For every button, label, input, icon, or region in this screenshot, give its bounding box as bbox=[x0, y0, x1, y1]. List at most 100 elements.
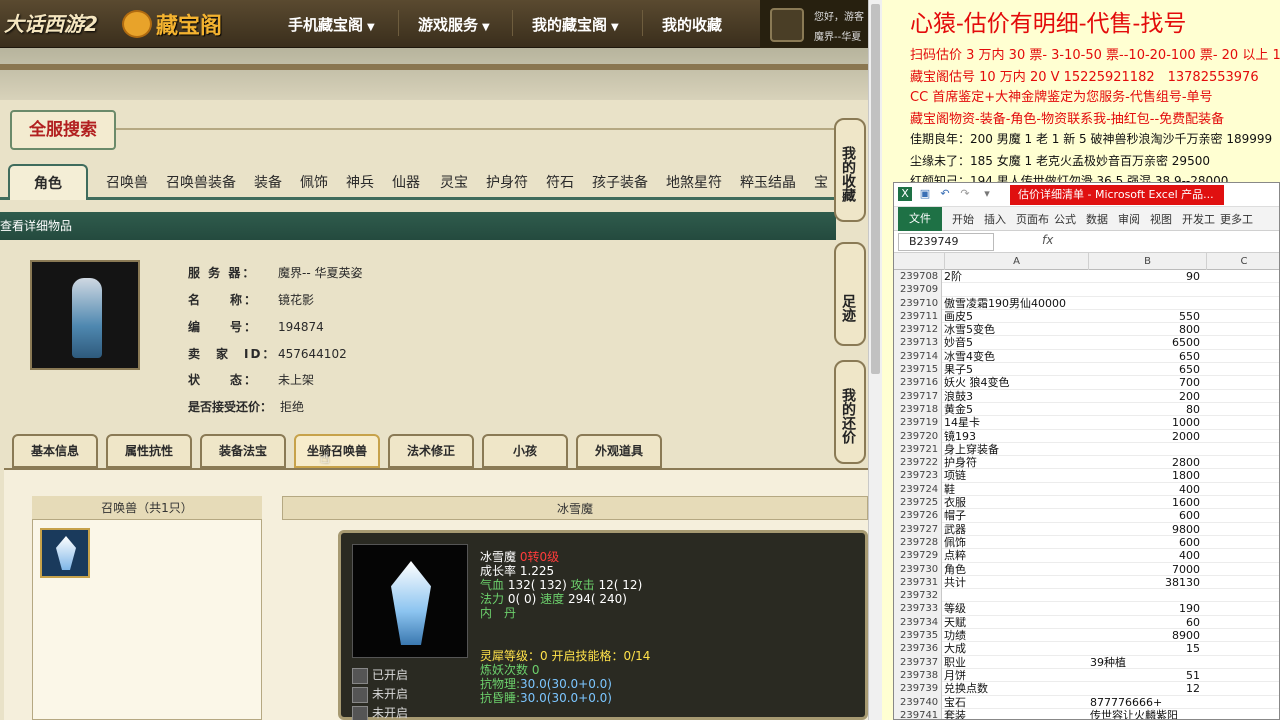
cell-b[interactable]: 9800 bbox=[1088, 523, 1204, 536]
cell-b[interactable]: 传世容让火麟紫阳 bbox=[1088, 709, 1204, 719]
tab-jade-crystal[interactable]: 粹玉结晶 bbox=[740, 172, 796, 192]
tab-pet[interactable]: 召唤兽 bbox=[106, 172, 148, 192]
cell-b[interactable]: 8900 bbox=[1088, 629, 1204, 642]
cell-a[interactable]: 角色 bbox=[944, 563, 1086, 576]
cell-a[interactable]: 鞋 bbox=[944, 483, 1086, 496]
row-number[interactable]: 239719 bbox=[894, 416, 942, 430]
subtab-mount-pet[interactable]: 坐骑召唤兽 bbox=[294, 434, 380, 468]
nav-mobile-cbg[interactable]: 手机藏宝阁 ▼ bbox=[288, 14, 375, 35]
row-number[interactable]: 239729 bbox=[894, 549, 942, 563]
cell-a[interactable]: 护身符 bbox=[944, 456, 1086, 469]
row-number[interactable]: 239714 bbox=[894, 349, 942, 364]
row-number[interactable]: 239735 bbox=[894, 629, 942, 643]
row-number[interactable]: 239722 bbox=[894, 456, 942, 470]
user-server[interactable]: 魔界--华夏 bbox=[814, 28, 861, 43]
row-number[interactable]: 239711 bbox=[894, 309, 942, 324]
tab-divine-weapon[interactable]: 神兵 bbox=[346, 172, 374, 192]
cell-a[interactable]: 身上穿装备 bbox=[944, 443, 1086, 456]
nav-game-service[interactable]: 游戏服务 ▼ bbox=[418, 14, 490, 35]
tab-page-layout[interactable]: 页面布 bbox=[1016, 211, 1049, 227]
subtab-child[interactable]: 小孩 bbox=[482, 434, 568, 468]
row-number[interactable]: 239739 bbox=[894, 682, 942, 696]
cell-b[interactable]: 60 bbox=[1088, 616, 1204, 629]
subtab-equip[interactable]: 装备法宝 bbox=[200, 434, 286, 468]
row-number[interactable]: 239718 bbox=[894, 402, 942, 417]
cell-b[interactable]: 90 bbox=[1088, 270, 1204, 283]
cell-b[interactable]: 6500 bbox=[1088, 336, 1204, 349]
cell-b[interactable]: 200 bbox=[1088, 390, 1204, 403]
cell-a[interactable]: 宝石 bbox=[944, 696, 1086, 709]
tab-earth-star[interactable]: 地煞星符 bbox=[666, 172, 722, 192]
row-number[interactable]: 239709 bbox=[894, 283, 942, 297]
row-number[interactable]: 239730 bbox=[894, 562, 942, 576]
cell-a[interactable]: 妙音5 bbox=[944, 336, 1086, 349]
nav-my-favorites[interactable]: 我的收藏 bbox=[662, 14, 722, 35]
row-number[interactable]: 239708 bbox=[894, 270, 942, 284]
cell-b[interactable]: 800 bbox=[1088, 323, 1204, 336]
cell-a[interactable]: 点粹 bbox=[944, 549, 1086, 562]
tab-child-equip[interactable]: 孩子装备 bbox=[592, 172, 648, 192]
my-favorites-button[interactable]: 我的收藏 bbox=[834, 118, 866, 222]
cell-b[interactable]: 700 bbox=[1088, 376, 1204, 389]
row-number[interactable]: 239740 bbox=[894, 695, 942, 709]
row-number[interactable]: 239723 bbox=[894, 469, 942, 483]
cell-b[interactable]: 650 bbox=[1088, 350, 1204, 363]
cell-b[interactable]: 1600 bbox=[1088, 496, 1204, 509]
tab-immortal-item[interactable]: 仙器 bbox=[392, 172, 420, 192]
tab-developer[interactable]: 开发工 bbox=[1182, 211, 1215, 227]
tab-more-tools[interactable]: 更多工 bbox=[1220, 211, 1253, 227]
tab-accessory[interactable]: 佩饰 bbox=[300, 172, 328, 192]
cell-b[interactable]: 1800 bbox=[1088, 469, 1204, 482]
column-header-a[interactable]: A bbox=[944, 253, 1088, 270]
cell-b[interactable]: 12 bbox=[1088, 682, 1204, 695]
cell-a[interactable]: 衣服 bbox=[944, 496, 1086, 509]
cell-a[interactable]: 共计 bbox=[944, 576, 1086, 589]
cell-a[interactable]: 项链 bbox=[944, 469, 1086, 482]
avatar[interactable] bbox=[770, 8, 804, 42]
cell-b[interactable]: 400 bbox=[1088, 549, 1204, 562]
vertical-scrollbar[interactable] bbox=[868, 0, 882, 720]
cell-b[interactable]: 650 bbox=[1088, 363, 1204, 376]
cell-a[interactable]: 帽子 bbox=[944, 509, 1086, 522]
row-number[interactable]: 239717 bbox=[894, 389, 942, 403]
cell-a[interactable]: 果子5 bbox=[944, 363, 1086, 376]
row-number[interactable]: 239734 bbox=[894, 615, 942, 630]
cell-b[interactable]: 2800 bbox=[1088, 456, 1204, 469]
cbg-logo[interactable]: 藏宝阁 bbox=[122, 6, 232, 42]
row-number[interactable]: 239713 bbox=[894, 336, 942, 350]
cell-a[interactable]: 妖火 狼4变色 bbox=[944, 376, 1086, 389]
row-number[interactable]: 239741 bbox=[894, 708, 942, 719]
fx-label[interactable]: fx bbox=[1042, 233, 1053, 247]
cell-a[interactable]: 大成 bbox=[944, 642, 1086, 655]
cell-a[interactable]: 画皮5 bbox=[944, 310, 1086, 323]
cell-b[interactable]: 38130 bbox=[1088, 576, 1204, 589]
row-number[interactable]: 239716 bbox=[894, 376, 942, 390]
row-number[interactable]: 239738 bbox=[894, 668, 942, 683]
cell-a[interactable]: 功绩 bbox=[944, 629, 1086, 642]
row-number[interactable]: 239712 bbox=[894, 323, 942, 337]
row-number[interactable]: 239737 bbox=[894, 655, 942, 669]
tab-review[interactable]: 审阅 bbox=[1118, 211, 1140, 227]
cell-a[interactable]: 镜193 bbox=[944, 430, 1086, 443]
pet-thumbnail[interactable] bbox=[40, 528, 90, 578]
cell-a[interactable]: 兑换点数 bbox=[944, 682, 1086, 695]
cell-a[interactable]: 武器 bbox=[944, 523, 1086, 536]
tab-insert[interactable]: 插入 bbox=[984, 211, 1006, 227]
cell-a[interactable]: 等级 bbox=[944, 602, 1086, 615]
footprint-button[interactable]: 足迹 bbox=[834, 242, 866, 346]
subtab-appearance[interactable]: 外观道具 bbox=[576, 434, 662, 468]
cell-a[interactable]: 冰雪4变色 bbox=[944, 350, 1086, 363]
cell-a[interactable]: 套装 bbox=[944, 709, 1086, 719]
row-number[interactable]: 239726 bbox=[894, 509, 942, 523]
scrollbar-thumb[interactable] bbox=[871, 4, 880, 374]
cell-b[interactable]: 400 bbox=[1088, 483, 1204, 496]
cell-a[interactable]: 冰雪5变色 bbox=[944, 323, 1086, 336]
cell-a[interactable]: 月饼 bbox=[944, 669, 1086, 682]
cell-b[interactable]: 600 bbox=[1088, 509, 1204, 522]
cell-b[interactable]: 877776666+ bbox=[1088, 696, 1204, 709]
cell-b[interactable]: 39种植 bbox=[1088, 656, 1204, 669]
my-bargain-button[interactable]: 我的还价 bbox=[834, 360, 866, 464]
customize-icon[interactable]: ▾ bbox=[980, 187, 994, 201]
tab-role[interactable]: 角色 bbox=[8, 164, 88, 200]
cell-b[interactable]: 7000 bbox=[1088, 563, 1204, 576]
